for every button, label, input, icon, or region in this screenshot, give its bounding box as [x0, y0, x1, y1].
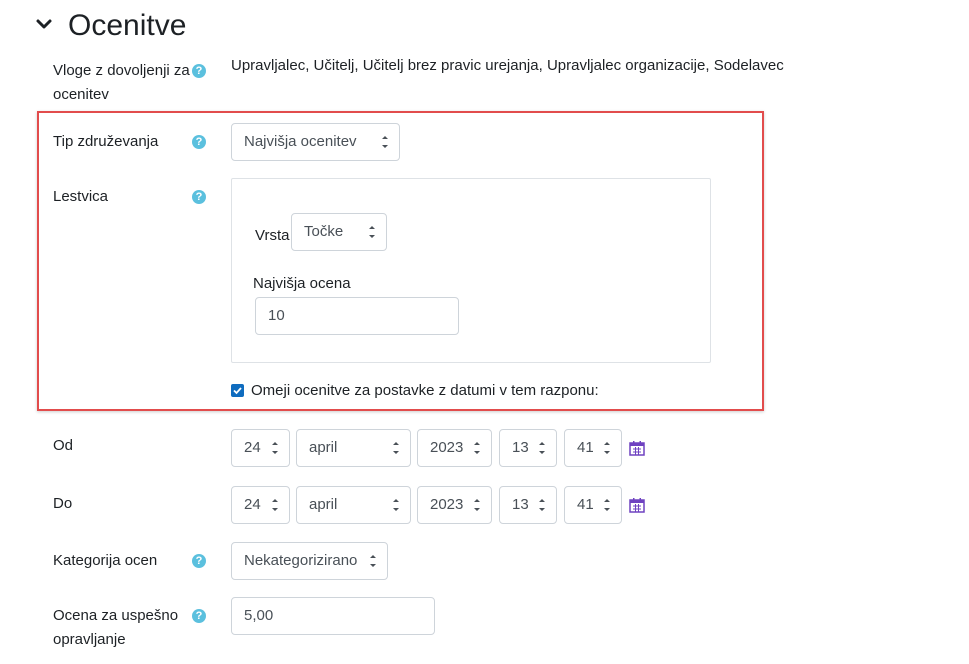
- aggregation-label: Tip združevanja: [53, 133, 159, 150]
- to-day-select[interactable]: 24: [231, 486, 290, 524]
- roles-value: Upravljalec, Učitelj, Učitelj brez pravi…: [231, 57, 784, 74]
- scale-type-label: Vrsta: [255, 227, 290, 244]
- aggregation-select[interactable]: Najvišja ocenitev: [231, 123, 400, 161]
- from-month-select[interactable]: april: [296, 429, 411, 467]
- from-hour-select[interactable]: 13: [499, 429, 557, 467]
- to-month-select[interactable]: april: [296, 486, 411, 524]
- help-icon[interactable]: ?: [192, 135, 206, 149]
- help-icon[interactable]: ?: [192, 609, 206, 623]
- limit-checkbox[interactable]: [231, 384, 244, 397]
- scale-label: Lestvica: [53, 188, 109, 205]
- calendar-icon[interactable]: [629, 497, 645, 513]
- help-icon[interactable]: ?: [192, 64, 206, 78]
- from-day-select[interactable]: 24: [231, 429, 290, 467]
- chevron-down-icon[interactable]: [34, 14, 54, 34]
- calendar-icon[interactable]: [629, 440, 645, 456]
- section-title: Ocenitve: [68, 9, 187, 42]
- to-minute-select[interactable]: 41: [564, 486, 622, 524]
- scale-type-select[interactable]: Točke: [291, 213, 387, 251]
- roles-label: Vloge z dovoljenji za ocenitev: [53, 62, 190, 103]
- from-year-select[interactable]: 2023: [417, 429, 492, 467]
- to-hour-select[interactable]: 13: [499, 486, 557, 524]
- category-select[interactable]: Nekategorizirano: [231, 542, 388, 580]
- to-year-select[interactable]: 2023: [417, 486, 492, 524]
- pass-grade-input[interactable]: 5,00: [231, 597, 435, 635]
- scale-fieldset: [231, 178, 711, 363]
- pass-grade-label: Ocena za uspešno opravljanje: [53, 607, 179, 648]
- limit-label: Omeji ocenitve za postavke z datumi v te…: [251, 382, 599, 399]
- max-grade-label: Najvišja ocena: [253, 275, 351, 292]
- help-icon[interactable]: ?: [192, 190, 206, 204]
- help-icon[interactable]: ?: [192, 554, 206, 568]
- category-label: Kategorija ocen: [53, 552, 158, 569]
- max-grade-input[interactable]: 10: [255, 297, 459, 335]
- from-minute-select[interactable]: 41: [564, 429, 622, 467]
- to-label: Do: [53, 495, 73, 512]
- from-label: Od: [53, 437, 74, 454]
